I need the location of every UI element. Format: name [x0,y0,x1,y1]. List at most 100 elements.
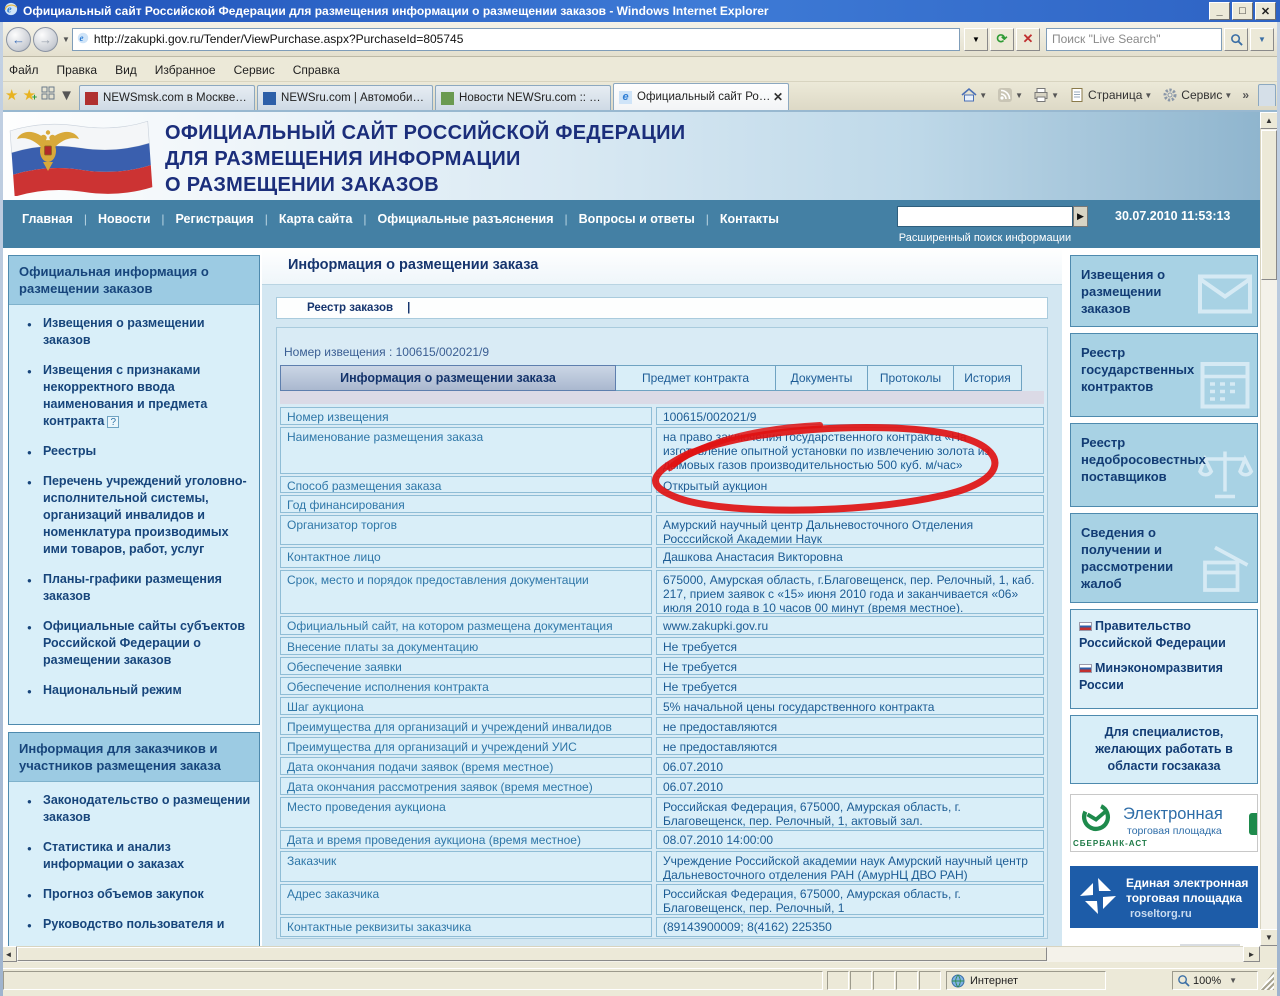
order-tab-0[interactable]: Информация о размещении заказа [280,365,616,391]
scroll-up-button[interactable]: ▲ [1260,112,1278,129]
zoom-dropdown-icon[interactable]: ▼ [1229,976,1237,985]
add-favorite-icon[interactable]: ★+ [22,86,37,104]
menu-item-5[interactable]: Справка [284,60,349,80]
browser-viewport: ОФИЦИАЛЬНЫЙ САЙТ РОССИЙСКОЙ ФЕДЕРАЦИИ ДЛ… [0,112,1280,962]
specialists-note[interactable]: Для специалистов, желающих работать в об… [1070,715,1258,784]
menu-item-0[interactable]: Файл [0,60,48,80]
browser-tab-1[interactable]: NEWSru.com | Автомобиль... [257,85,433,110]
rss-feed-icon[interactable]: ▼ [992,85,1028,105]
sidebar-link[interactable]: Руководство пользователя и [27,916,251,933]
sidebar-link[interactable]: Извещения о размещении заказов [27,315,251,349]
scroll-down-button[interactable]: ▼ [1260,929,1278,946]
ie-logo-icon: e [4,2,18,21]
new-tab-stub[interactable] [1258,84,1276,106]
sidebar-link[interactable]: Прогноз объемов закупок [27,886,251,903]
row-label: Шаг аукциона [280,697,652,715]
order-tab-4[interactable]: История [954,365,1022,391]
stop-button[interactable]: ✕ [1016,28,1040,51]
menu-item-4[interactable]: Сервис [225,60,284,80]
order-tab-1[interactable]: Предмет контракта [616,365,776,391]
site-search-input[interactable] [897,206,1073,227]
search-dropdown-button[interactable]: ▼ [1250,28,1274,51]
site-search-go-button[interactable]: ▶ [1073,206,1088,227]
nav-link-5[interactable]: Вопросы и ответы [579,212,695,226]
menu-item-3[interactable]: Избранное [146,60,225,80]
tools-menu[interactable]: Сервис▼ [1157,85,1237,105]
advanced-search-link[interactable]: Расширенный поиск информации [880,232,1090,244]
banner-1[interactable]: Реестр государственных контрактов [1070,333,1258,417]
nav-link-0[interactable]: Главная [22,212,73,226]
sidebar-link[interactable]: Официальные сайты субъектов Российской Ф… [27,618,251,669]
nav-link-6[interactable]: Контакты [720,212,779,226]
menu-item-2[interactable]: Вид [106,60,146,80]
roseltorg-banner[interactable]: Единая электронная торговая площадка ros… [1070,866,1258,928]
row-label: Номер извещения [280,407,652,425]
table-row: Наименование размещения заказана право з… [280,427,1044,474]
help-icon[interactable]: ? [107,416,119,428]
table-row: Организатор торговАмурский научный центр… [280,515,1044,545]
gov-link-1[interactable]: Минэкономразвития России [1079,660,1249,694]
scroll-right-button[interactable]: ► [1243,946,1260,962]
nav-link-1[interactable]: Новости [98,212,150,226]
order-tab-2[interactable]: Документы [776,365,868,391]
search-button[interactable] [1224,28,1248,51]
row-label: Дата окончания подачи заявок (время мест… [280,757,652,775]
table-row: Номер извещения100615/002021/9 [280,407,1044,425]
nav-link-4[interactable]: Официальные разъяснения [378,212,554,226]
table-row: Дата окончания рассмотрения заявок (врем… [280,777,1044,795]
print-icon[interactable]: ▼ [1028,85,1064,105]
zoom-control[interactable]: 100% ▼ [1172,971,1258,990]
browser-tab-3[interactable]: eОфициальный сайт Рос...✕ [613,83,789,110]
browser-tab-2[interactable]: Новости NEWSru.com :: Гос... [435,85,611,110]
banner-label: Сведения о получении и рассмотрении жало… [1071,514,1203,600]
browser-tab-0[interactable]: NEWSmsk.com в Москве: М... [79,85,255,110]
horizontal-scroll-thumb[interactable] [17,947,1047,961]
order-tab-3[interactable]: Протоколы [868,365,954,391]
sberbank-line1: Электронная [1123,805,1223,824]
maximize-button[interactable]: □ [1232,2,1253,20]
table-row: Срок, место и порядок предоставления док… [280,570,1044,614]
row-value: на право заключения государственного кон… [656,427,1044,474]
toolbar-overflow-chevron[interactable]: » [1237,86,1254,104]
minimize-button[interactable]: _ [1209,2,1230,20]
sidebar-link[interactable]: Извещения с признаками некорректного вво… [27,362,251,430]
vertical-scroll-thumb[interactable] [1261,130,1277,280]
sberbank-ast-banner[interactable]: СБЕРБАНК-АСТ Электронная торговая площад… [1070,794,1258,852]
close-button[interactable]: ✕ [1255,2,1276,20]
tab-label: Новости NEWSru.com :: Гос... [459,92,605,104]
favorites-star-icon[interactable]: ★ [5,86,18,104]
breadcrumb-link[interactable]: Реестр заказов [307,302,393,314]
forward-button[interactable]: → [33,27,58,52]
url-dropdown-button[interactable]: ▼ [964,28,988,51]
menu-item-1[interactable]: Правка [48,60,107,80]
url-field[interactable]: e http://zakupki.gov.ru/Tender/ViewPurch… [72,28,960,51]
quick-tabs-icon[interactable] [41,86,55,104]
newsmsk-favicon [85,92,98,105]
history-dropdown-icon[interactable]: ▼ [62,35,70,44]
sidebar-link[interactable]: Статистика и анализ информации о заказах [27,839,251,873]
sidebar-link[interactable]: Планы-графики размещения заказов [27,571,251,605]
live-search-input[interactable]: Поиск "Live Search" [1046,28,1222,51]
tab-close-icon[interactable]: ✕ [773,90,783,104]
sidebar-link[interactable]: Законодательство о размещении заказов [27,792,251,826]
nav-link-2[interactable]: Регистрация [176,212,254,226]
nav-link-3[interactable]: Карта сайта [279,212,353,226]
tab-list-dropdown-icon[interactable]: ▼ [59,87,74,104]
banner-0[interactable]: Извещения о размещении заказов [1070,255,1258,327]
resize-grip[interactable] [1260,971,1274,990]
row-label: Обеспечение заявки [280,657,652,675]
page-menu[interactable]: Страница▼ [1064,85,1157,105]
sidebar-link[interactable]: Перечень учреждений уголовно-исполнитель… [27,473,251,558]
home-icon[interactable]: ▼ [956,85,992,105]
banner-2[interactable]: Реестр недобросовестных поставщиков [1070,423,1258,507]
sidebar-link-label: Планы-графики размещения заказов [43,572,222,603]
tools-menu-label: Сервис [1181,88,1222,102]
sidebar-link[interactable]: Реестры [27,443,251,460]
back-button[interactable]: ← [6,27,31,52]
row-label: Преимущества для организаций и учреждени… [280,737,652,755]
left-sidebar: Официальная информация о размещении зака… [8,255,260,962]
gov-link-0[interactable]: Правительство Российской Федерации [1079,618,1249,652]
sidebar-link[interactable]: Национальный режим [27,682,251,699]
banner-3[interactable]: Сведения о получении и рассмотрении жало… [1070,513,1258,603]
refresh-button[interactable]: ⟳ [990,28,1014,51]
